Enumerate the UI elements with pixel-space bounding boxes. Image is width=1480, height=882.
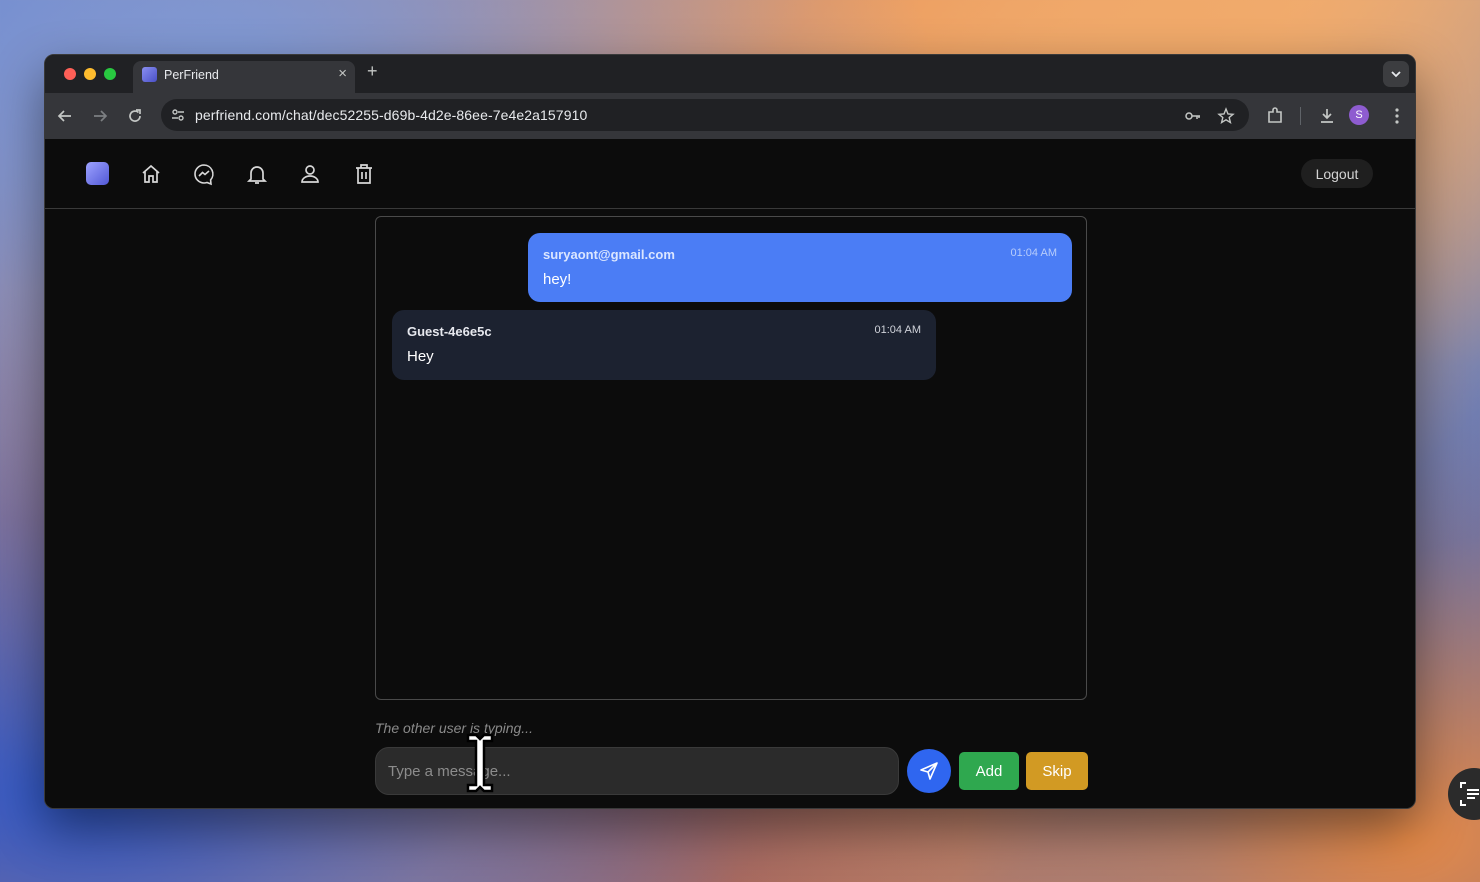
new-tab-button[interactable]: +: [367, 61, 378, 82]
app-header: Logout: [45, 139, 1415, 209]
bookmark-star-icon[interactable]: [1217, 107, 1235, 125]
send-icon: [920, 762, 938, 780]
extensions-icon[interactable]: [1265, 106, 1285, 126]
profile-avatar[interactable]: S: [1349, 105, 1369, 125]
site-settings-icon[interactable]: [169, 106, 187, 124]
logout-button[interactable]: Logout: [1301, 159, 1373, 188]
capture-icon: [1460, 782, 1480, 806]
typing-indicator: The other user is typing...: [375, 720, 533, 736]
toolbar-divider: [1300, 107, 1301, 125]
messenger-icon[interactable]: [192, 162, 216, 186]
message-input[interactable]: [376, 748, 898, 794]
maximize-window-button[interactable]: [104, 68, 116, 80]
tab-title: PerFriend: [164, 68, 219, 82]
trash-icon[interactable]: [352, 162, 376, 186]
favicon-icon: [142, 67, 157, 82]
back-arrow-icon[interactable]: [55, 106, 75, 126]
browser-window: PerFriend × + perfriend.com/chat/dec5225…: [44, 54, 1416, 809]
message-bubble-sent: suryaont@gmail.com 01:04 AM hey!: [528, 233, 1072, 302]
tab-bar: PerFriend × +: [45, 55, 1415, 93]
message-input-wrapper: [375, 747, 899, 795]
bell-icon[interactable]: [245, 162, 269, 186]
chat-message-list[interactable]: suryaont@gmail.com 01:04 AM hey! Guest-4…: [375, 216, 1087, 700]
app-content: Logout suryaont@gmail.com 01:04 AM hey! …: [45, 139, 1415, 808]
send-button[interactable]: [907, 749, 951, 793]
url-text[interactable]: perfriend.com/chat/dec52255-d69b-4d2e-86…: [195, 107, 587, 123]
perfriend-logo[interactable]: [86, 162, 109, 185]
skip-button[interactable]: Skip: [1026, 752, 1088, 790]
message-text: Hey: [407, 348, 434, 365]
forward-arrow-icon[interactable]: [90, 106, 110, 126]
text-cursor-icon: [466, 733, 494, 793]
close-window-button[interactable]: [64, 68, 76, 80]
browser-toolbar: perfriend.com/chat/dec52255-d69b-4d2e-86…: [45, 93, 1415, 139]
more-menu-icon[interactable]: [1387, 106, 1407, 126]
message-text: hey!: [543, 271, 572, 288]
add-friend-button[interactable]: Add: [959, 752, 1019, 790]
download-icon[interactable]: [1317, 106, 1337, 126]
address-bar[interactable]: perfriend.com/chat/dec52255-d69b-4d2e-86…: [161, 99, 1249, 131]
message-timestamp: 01:04 AM: [874, 324, 921, 336]
reload-icon[interactable]: [125, 106, 145, 126]
user-icon[interactable]: [298, 162, 322, 186]
message-sender: Guest-4e6e5c: [407, 324, 492, 339]
password-key-icon[interactable]: [1184, 107, 1202, 125]
tab-close-button[interactable]: ×: [338, 65, 347, 82]
home-icon[interactable]: [139, 162, 163, 186]
message-sender: suryaont@gmail.com: [543, 247, 675, 262]
message-timestamp: 01:04 AM: [1010, 247, 1057, 259]
minimize-window-button[interactable]: [84, 68, 96, 80]
browser-tab[interactable]: PerFriend ×: [133, 61, 355, 93]
message-bubble-received: Guest-4e6e5c 01:04 AM Hey: [392, 310, 936, 380]
tab-search-button[interactable]: [1383, 61, 1409, 87]
chevron-down-icon: [1391, 71, 1401, 78]
